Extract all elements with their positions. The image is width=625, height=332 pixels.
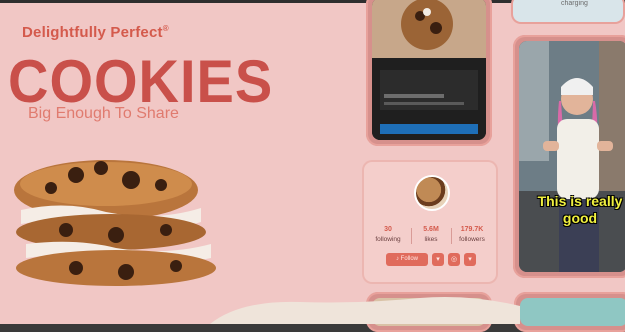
video-thumbnail-laptop	[372, 0, 486, 140]
stat-following-label: following	[375, 236, 401, 243]
stat-likes-value: 5.6M	[423, 226, 439, 233]
video-caption-line-2: good	[562, 210, 598, 226]
decorative-wave	[210, 297, 520, 324]
stat-likes-label: likes	[424, 236, 438, 243]
profile-avatar[interactable]	[414, 175, 450, 211]
stat-following: 30 following	[368, 226, 408, 243]
video-thumbnail-street	[519, 41, 625, 272]
stat-followers-value: 179.7K	[460, 226, 484, 233]
status-chip: charging	[513, 0, 623, 22]
instagram-icon[interactable]: ▾	[432, 253, 444, 266]
promo-banner: Delightfully Perfect® COOKIES Big Enough…	[0, 0, 625, 332]
message-icon[interactable]: ◎	[448, 253, 460, 266]
registered-mark: ®	[162, 24, 169, 33]
video-caption: This is really good	[528, 193, 625, 227]
stat-followers: 179.7K followers	[452, 226, 492, 243]
hero-tagline: Delightfully Perfect®	[22, 24, 169, 41]
cookie-stack-image	[14, 160, 216, 286]
profile-card: 30 following 5.6M likes 179.7K followers…	[362, 160, 498, 284]
stat-followers-label: followers	[459, 236, 485, 243]
hero-subtitle: Big Enough To Share	[28, 105, 179, 122]
hero-tagline-text: Delightfully Perfect	[22, 24, 163, 41]
video-caption-line-1: This is really	[537, 193, 623, 209]
stat-likes: 5.6M likes	[411, 226, 451, 243]
follow-button-label: Follow	[400, 256, 418, 262]
video-card-top[interactable]	[366, 0, 492, 146]
video-card-right[interactable]	[513, 35, 625, 278]
status-chip-text: charging	[561, 0, 588, 7]
more-options-icon[interactable]: ▾	[464, 253, 476, 266]
stat-following-value: 30	[384, 226, 392, 233]
follow-button[interactable]: ♪ Follow	[386, 253, 428, 266]
